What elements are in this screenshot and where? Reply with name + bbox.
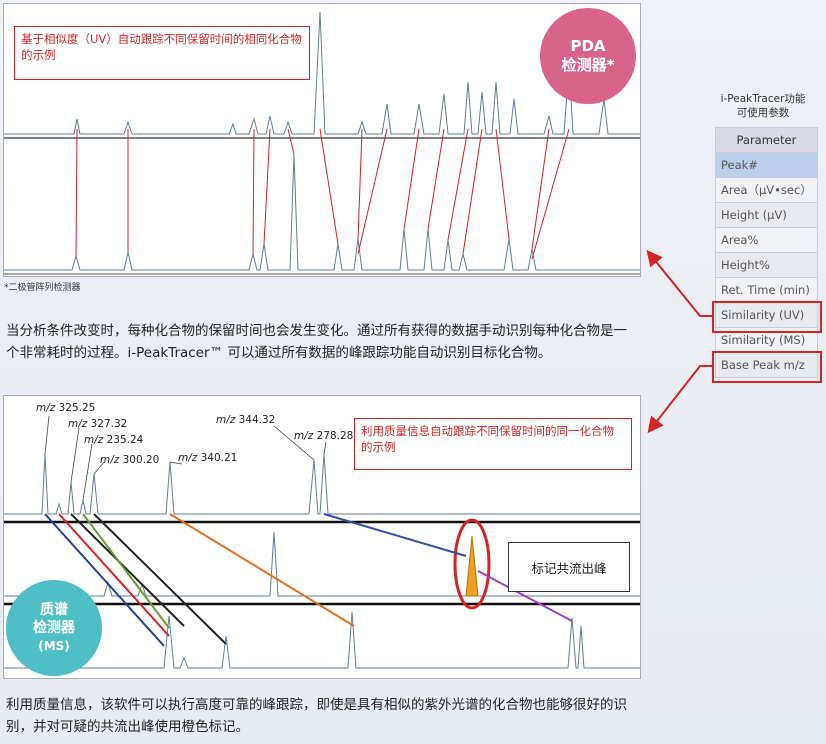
params-row: Peak#	[715, 152, 818, 178]
pda-tracking-lines	[75, 128, 570, 260]
ms-badge-line2: 检测器	[33, 620, 75, 636]
ms-badge-line3: (MS)	[38, 639, 70, 653]
coelution-label-box: 标记共流出峰	[508, 542, 630, 592]
ms-detector-badge: 质谱 检测器 (MS)	[6, 580, 102, 676]
base-peak-highlight	[712, 351, 822, 383]
coelution-label: 标记共流出峰	[531, 560, 607, 576]
mz-label: m/z 235.24	[84, 434, 144, 446]
similarity-uv-highlight	[712, 301, 822, 333]
params-row: Height%	[715, 252, 818, 278]
mz-label: m/z 327.32	[68, 418, 128, 430]
pda-annotation-box: 基于相似度（UV）自动跟踪不同保留时间的相同化合物的示例	[14, 26, 310, 80]
params-row: Height (µV)	[715, 202, 818, 228]
description-paragraph-2: 利用质量信息，该软件可以执行高度可靠的峰跟踪，即使是具有相似的紫外光谱的化合物也…	[6, 697, 627, 735]
params-row: Area（µV•sec）	[715, 177, 818, 203]
ms-annotation-text: 利用质量信息自动跟踪不同保留时间的同一化合物的示例	[361, 424, 614, 454]
mz-label: m/z 325.25	[36, 402, 96, 414]
mz-label: m/z 300.20	[100, 454, 160, 466]
ms-badge-line1: 质谱	[40, 602, 68, 618]
pda-arrow	[646, 249, 712, 317]
mz-label: m/z 340.21	[178, 452, 238, 464]
params-title: i-PeakTracer功能 可使用参数	[704, 92, 822, 120]
params-title-line1: i-PeakTracer功能	[720, 93, 806, 105]
ms-annotation-box: 利用质量信息自动跟踪不同保留时间的同一化合物的示例	[354, 418, 632, 470]
params-title-line2: 可使用参数	[736, 107, 790, 119]
params-header: Parameter	[715, 127, 818, 153]
pda-annotation-text: 基于相似度（UV）自动跟踪不同保留时间的相同化合物的示例	[21, 32, 302, 62]
params-table: Parameter Peak# Area（µV•sec） Height (µV)…	[715, 127, 818, 378]
pda-badge-line1: PDA	[570, 37, 606, 55]
ms-tracking-lines	[44, 513, 573, 647]
pda-badge-line2: 检测器*	[561, 56, 615, 74]
mz-label: m/z 278.28	[294, 430, 354, 442]
mz-label: m/z 344.32	[216, 414, 276, 426]
pda-detector-badge: PDA 检测器*	[540, 8, 636, 104]
coelution-peak	[465, 535, 479, 597]
pda-footnote: *二极管阵列检测器	[4, 283, 81, 293]
params-row: Area%	[715, 227, 818, 253]
params-row: Ret. Time (min)	[715, 277, 818, 303]
ms-arrow	[647, 365, 712, 434]
pda-bottom-trace	[4, 153, 640, 271]
description-paragraph-1: 当分析条件改变时，每种化合物的保留时间也会发生变化。通过所有获得的数据手动识别每…	[6, 323, 627, 361]
